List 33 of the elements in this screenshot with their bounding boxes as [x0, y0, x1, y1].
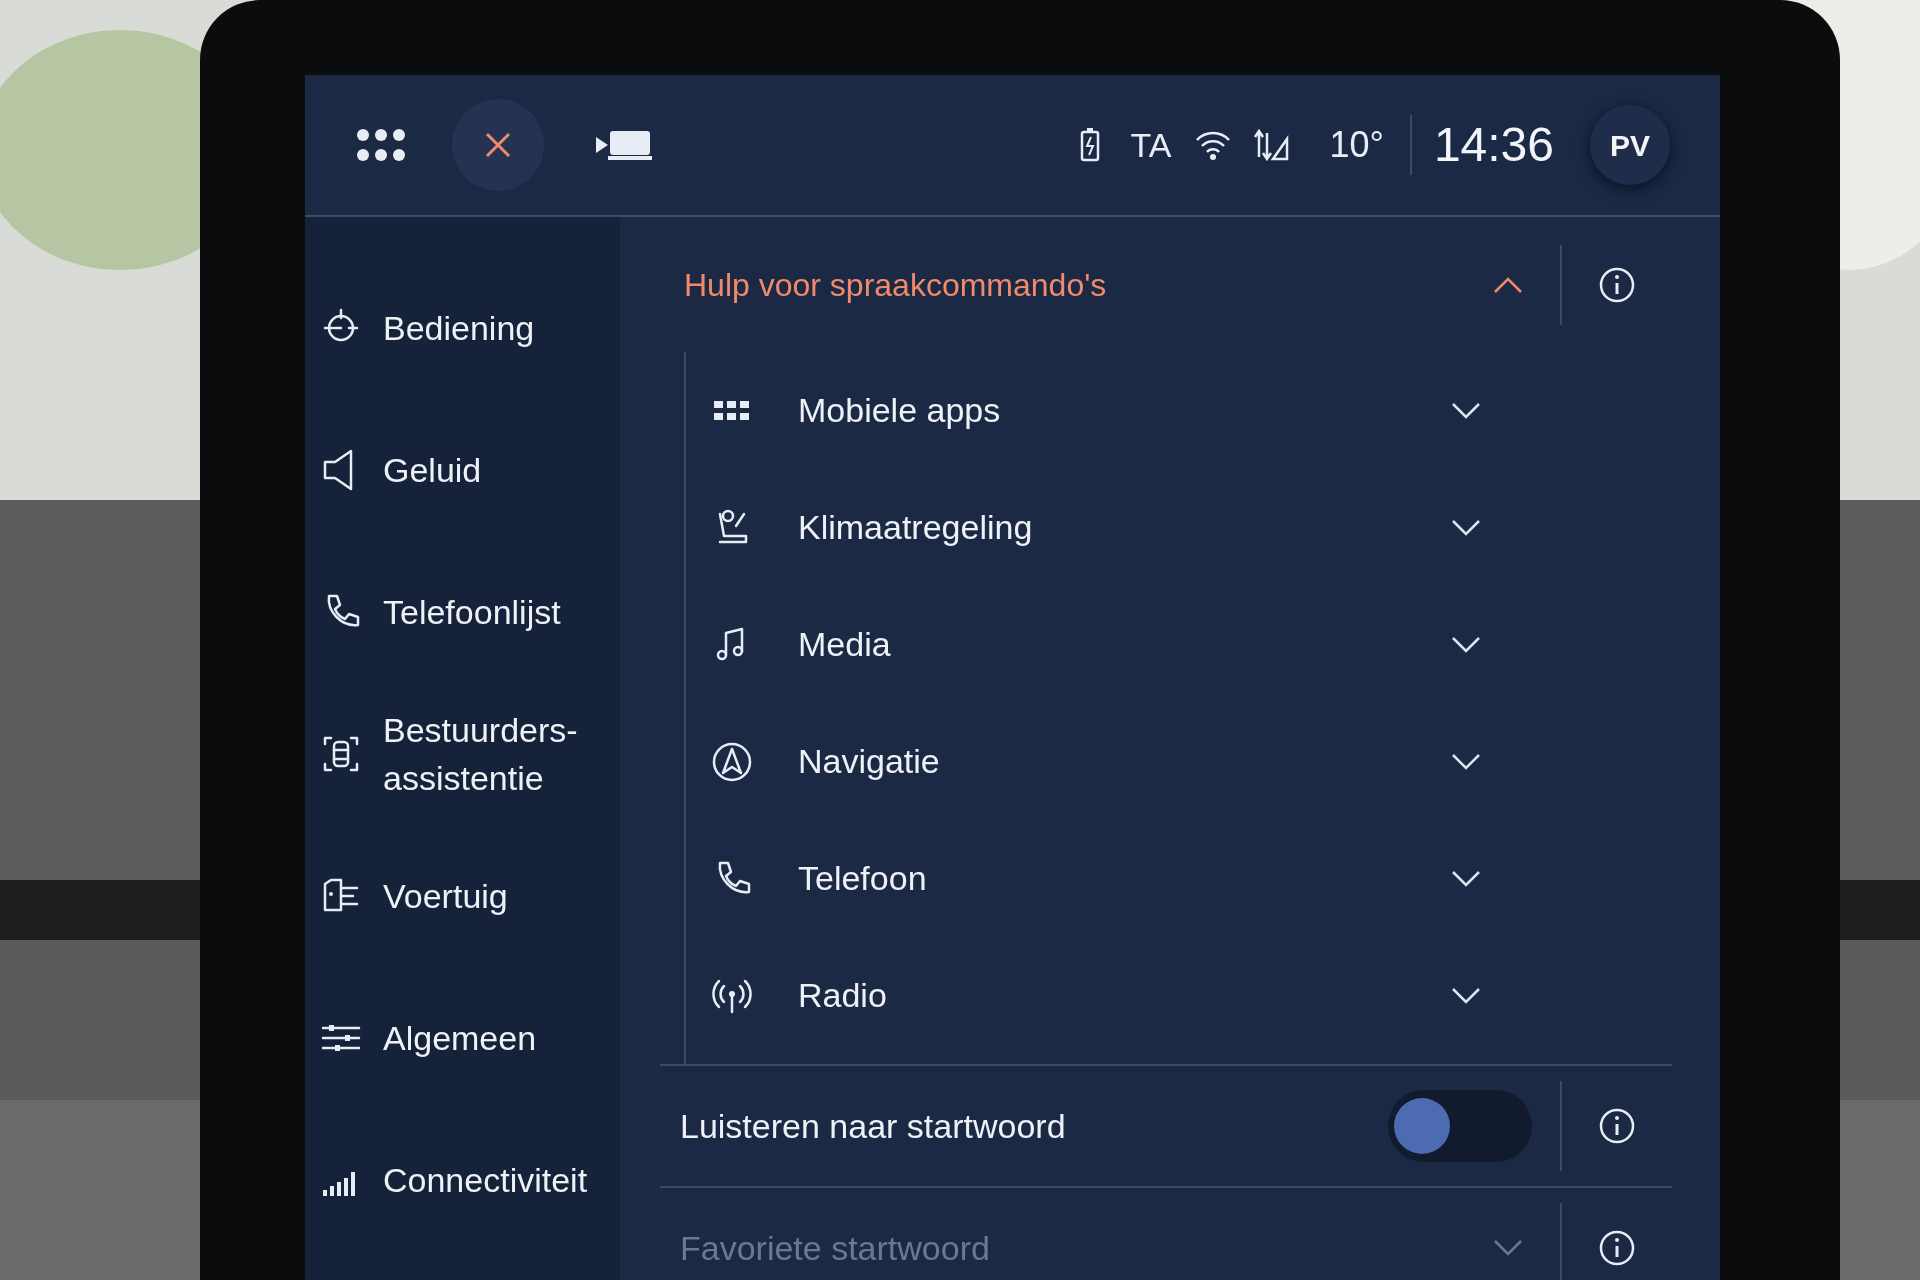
chevron-down-icon	[1492, 1238, 1524, 1258]
setting-label: Favoriete startwoord	[679, 1227, 991, 1269]
sidebar-item[interactable]: Bestuurders- assistentie	[319, 683, 620, 825]
chevron-down-icon	[1450, 868, 1482, 889]
chevron-down-icon	[1450, 985, 1482, 1006]
voice-command-category[interactable]: Navigatie	[686, 703, 1492, 820]
info-icon[interactable]	[1598, 265, 1636, 304]
sidebar-item[interactable]: Algemeen	[319, 967, 620, 1109]
setting-label: Luisteren naar startwoord	[679, 1105, 1067, 1147]
traffic-announcement-label: TA	[1130, 124, 1172, 166]
screen-icon[interactable]	[594, 129, 654, 161]
chevron-down-icon	[1450, 634, 1482, 655]
voice-command-category[interactable]: Media	[686, 586, 1492, 703]
profile-avatar[interactable]: PV	[1590, 105, 1670, 185]
chevron-down-icon	[1450, 400, 1482, 421]
sidebar-item[interactable]: Connectiviteit	[319, 1109, 620, 1251]
close-icon	[484, 131, 512, 159]
app-grid-icon[interactable]	[355, 127, 407, 163]
chevron-down-icon	[1450, 751, 1482, 772]
sidebar-item[interactable]: Geluid	[319, 399, 620, 541]
voice-command-category[interactable]: Mobiele apps	[686, 352, 1492, 469]
voice-command-category[interactable]: Klimaatregeling	[686, 469, 1492, 586]
section-header[interactable]: Hulp voor spraakcommando's	[656, 217, 1560, 352]
info-icon[interactable]	[1598, 1107, 1636, 1145]
clock-time: 14:36	[1433, 117, 1554, 173]
chevron-down-icon	[1450, 517, 1482, 538]
voice-command-category[interactable]: Radio	[686, 937, 1492, 1054]
temperature-label: 10°	[1329, 123, 1384, 167]
voice-command-category[interactable]: Telefoon	[686, 820, 1492, 937]
sidebar-item[interactable]: Voertuig	[319, 825, 620, 967]
sidebar-item[interactable]: Bediening	[319, 257, 620, 399]
info-icon[interactable]	[1598, 1229, 1636, 1267]
sidebar-item[interactable]: Telefoonlijst	[319, 541, 620, 683]
